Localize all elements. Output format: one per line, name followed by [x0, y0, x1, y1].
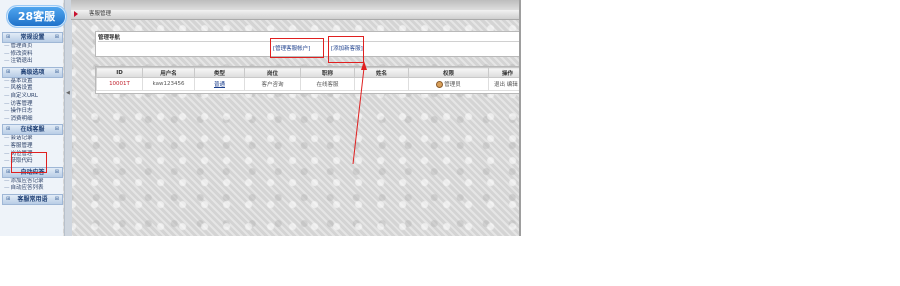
annotation-arrow	[352, 61, 367, 165]
logo: 28客服	[6, 5, 67, 28]
